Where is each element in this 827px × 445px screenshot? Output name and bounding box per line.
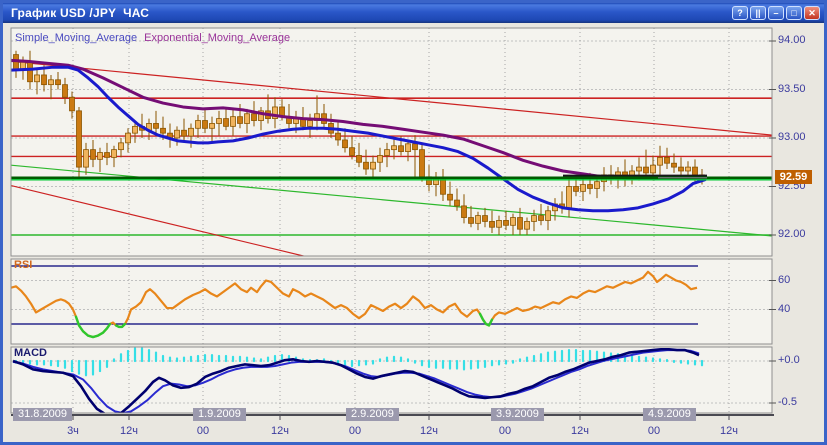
time-tick-label: 00 xyxy=(196,425,210,437)
minimize-button[interactable]: – xyxy=(768,6,784,20)
time-tick-label: 12ч xyxy=(120,425,138,437)
time-tick-label: 12ч xyxy=(271,425,289,437)
rsi-pane-label: RSI xyxy=(14,259,33,271)
chart-content: 94.00 93.50 93.00 92.50 92.00 60 40 +0.0 -0.5 31.… xyxy=(3,23,824,442)
chart-canvas[interactable] xyxy=(3,23,824,445)
macd-tick-label: +0.0 xyxy=(778,354,800,366)
date-badge: 3.9.2009 xyxy=(491,408,544,421)
sma-legend-label: Simple_Moving_Average xyxy=(15,32,138,44)
macd-tick-label: -0.5 xyxy=(778,396,797,408)
window-title: График USD /JPY ЧАС xyxy=(11,6,150,20)
rsi-tick-label: 40 xyxy=(778,302,791,315)
help-button[interactable]: ? xyxy=(732,6,748,20)
ema-legend-label: Exponential_Moving_Average xyxy=(144,32,291,44)
price-tick-label: 94.00 xyxy=(778,34,806,46)
indicator-legend: Simple_Moving_Average Exponential_Moving… xyxy=(15,32,290,44)
date-badge: 2.9.2009 xyxy=(346,408,399,421)
close-button[interactable]: ✕ xyxy=(804,6,820,20)
price-tick-label: 93.00 xyxy=(778,131,806,143)
time-tick-label: 00 xyxy=(498,425,512,437)
title-bar[interactable]: График USD /JPY ЧАС ? || – □ ✕ xyxy=(3,3,824,23)
date-badge: 1.9.2009 xyxy=(193,408,246,421)
macd-pane-label: MACD xyxy=(14,347,47,359)
pin-button[interactable]: || xyxy=(750,6,766,20)
time-tick-label: 12ч xyxy=(720,425,738,437)
window-controls: ? || – □ ✕ xyxy=(732,6,820,20)
rsi-tick-label: 60 xyxy=(778,273,791,286)
time-tick-label: 12ч xyxy=(420,425,438,437)
time-tick-label: 00 xyxy=(348,425,362,437)
time-tick-label: 00 xyxy=(647,425,661,437)
price-tick-label: 92.00 xyxy=(778,228,806,240)
price-tick-label: 93.50 xyxy=(778,82,806,95)
date-badge: 31.8.2009 xyxy=(13,408,72,421)
maximize-button[interactable]: □ xyxy=(786,6,802,20)
time-tick-label: 3ч xyxy=(67,425,79,437)
chart-window: График USD /JPY ЧАС ? || – □ ✕ 94.00 93.5… xyxy=(0,0,827,445)
time-tick-label: 12ч xyxy=(571,425,589,437)
date-badge: 4.9.2009 xyxy=(643,408,696,421)
current-price-flag: 92.59 xyxy=(775,170,812,184)
